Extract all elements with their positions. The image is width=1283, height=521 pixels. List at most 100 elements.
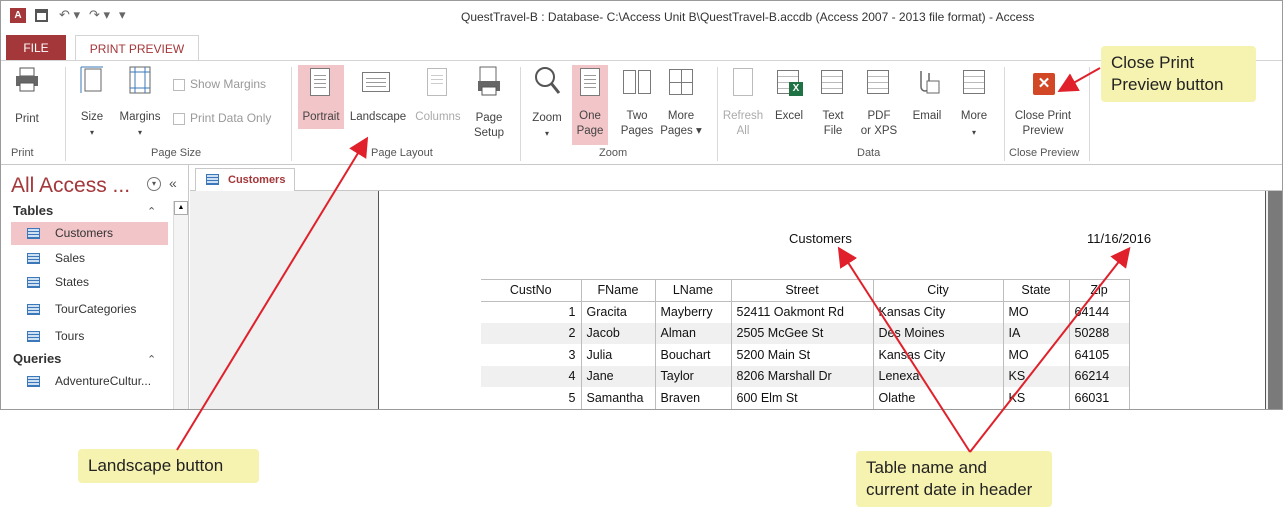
group-label-print: Print bbox=[11, 147, 34, 159]
document-tab-bar: Customers bbox=[190, 165, 1282, 192]
column-header: LName bbox=[655, 279, 732, 302]
size-button[interactable]: Size ▾ bbox=[73, 65, 111, 141]
email-attachment-icon bbox=[920, 71, 940, 94]
refresh-all-button: Refresh All bbox=[721, 65, 765, 145]
group-separator bbox=[1004, 67, 1005, 161]
more-pages-button[interactable]: More Pages ▾ bbox=[659, 65, 703, 145]
collapse-pane-icon[interactable]: « bbox=[169, 175, 177, 191]
group-separator bbox=[520, 67, 521, 161]
nav-item-states[interactable]: States bbox=[11, 271, 168, 294]
table-row: 1 Gracita Mayberry 52411 Oakmont Rd Kansas C… bbox=[481, 301, 1130, 323]
vertical-scrollbar[interactable] bbox=[1268, 191, 1282, 409]
email-button[interactable]: Email bbox=[907, 65, 947, 129]
callout-table-name-date: Table name and current date in header bbox=[856, 451, 1052, 507]
group-separator bbox=[1089, 67, 1090, 161]
table-icon bbox=[27, 304, 40, 315]
more-export-button[interactable]: More ▾ bbox=[953, 65, 995, 141]
nav-item-sales[interactable]: Sales bbox=[11, 247, 168, 270]
print-data-only-checkbox[interactable]: Print Data Only bbox=[173, 111, 271, 125]
nav-item-tours[interactable]: Tours bbox=[11, 325, 168, 348]
report-header-date: 11/16/2016 bbox=[1087, 231, 1152, 246]
report-page: Customers 11/16/2016 CustNo FName LName … bbox=[378, 191, 1266, 409]
column-header: FName bbox=[581, 279, 656, 302]
customize-qat-icon[interactable]: ▾ bbox=[119, 7, 126, 23]
table-row: 2 Jacob Alman 2505 McGee St Des Moines IA 5028… bbox=[481, 322, 1130, 344]
undo-icon[interactable]: ↶ ▾ bbox=[59, 7, 80, 23]
tab-print-preview[interactable]: PRINT PREVIEW bbox=[75, 35, 199, 61]
chevron-down-icon: ▾ bbox=[137, 128, 142, 137]
redo-icon[interactable]: ↷ ▾ bbox=[89, 7, 110, 23]
group-label-page-layout: Page Layout bbox=[371, 147, 433, 159]
ribbon: Print Print Size ▾ Margins ▾ Show Margin… bbox=[1, 60, 1282, 165]
group-label-page-size: Page Size bbox=[151, 147, 202, 159]
nav-scrollbar[interactable]: ▲ bbox=[173, 201, 188, 409]
report-header-title: Customers bbox=[789, 231, 852, 246]
landscape-button[interactable]: Landscape bbox=[346, 65, 410, 129]
window-title: QuestTravel-B : Database- C:\Access Unit… bbox=[461, 10, 1035, 24]
table-icon bbox=[206, 174, 219, 185]
query-icon bbox=[27, 376, 40, 387]
nav-group-queries[interactable]: Queries bbox=[13, 351, 61, 366]
close-print-preview-button[interactable]: ✕ Close Print Preview bbox=[1009, 65, 1077, 145]
chevron-down-icon: ▾ bbox=[544, 129, 549, 138]
show-margins-checkbox[interactable]: Show Margins bbox=[173, 77, 266, 91]
collapse-group-icon[interactable]: ⌃ bbox=[147, 353, 156, 366]
margins-icon bbox=[129, 66, 151, 94]
one-page-button[interactable]: One Page bbox=[572, 65, 608, 145]
text-file-icon bbox=[821, 70, 843, 94]
customers-table: CustNo FName LName Street City State Zip… bbox=[481, 279, 1130, 409]
nav-menu-icon[interactable]: ▾ bbox=[147, 177, 161, 191]
navigation-pane: All Access ... ▾ « Tables ⌃ Customers Sa… bbox=[1, 165, 189, 409]
table-icon bbox=[27, 331, 40, 342]
print-preview-area[interactable]: Customers 11/16/2016 CustNo FName LName … bbox=[190, 191, 1282, 409]
page-setup-icon bbox=[478, 66, 500, 96]
column-header: CustNo bbox=[481, 279, 582, 302]
pdf-icon bbox=[867, 70, 889, 94]
tab-customers[interactable]: Customers bbox=[195, 168, 295, 192]
chevron-down-icon: ▾ bbox=[89, 128, 94, 137]
save-icon[interactable] bbox=[35, 9, 48, 22]
portrait-button[interactable]: Portrait bbox=[298, 65, 344, 129]
nav-item-customers[interactable]: Customers bbox=[11, 222, 168, 245]
nav-item-adventure-query[interactable]: AdventureCultur... bbox=[11, 370, 168, 393]
margins-button[interactable]: Margins ▾ bbox=[115, 65, 165, 141]
refresh-icon bbox=[733, 68, 753, 96]
magnifier-icon bbox=[535, 67, 561, 94]
excel-export-button[interactable]: X Excel bbox=[769, 65, 809, 129]
text-file-export-button[interactable]: Text File bbox=[813, 65, 853, 145]
access-logo-icon: A bbox=[10, 8, 26, 23]
two-pages-button[interactable]: Two Pages bbox=[617, 65, 657, 145]
tab-file[interactable]: FILE bbox=[6, 35, 66, 61]
callout-landscape: Landscape button bbox=[78, 449, 259, 483]
callout-close-print-preview: Close Print Preview button bbox=[1101, 46, 1256, 102]
portrait-page-icon bbox=[310, 68, 330, 96]
scroll-up-arrow-icon[interactable]: ▲ bbox=[174, 201, 188, 215]
nav-item-tourcategories[interactable]: TourCategories bbox=[11, 298, 168, 321]
two-pages-icon bbox=[623, 70, 636, 94]
table-icon bbox=[27, 253, 40, 264]
page-setup-button[interactable]: Page Setup bbox=[467, 65, 511, 141]
columns-button: Columns bbox=[411, 65, 465, 129]
landscape-page-icon bbox=[362, 72, 390, 92]
table-row: 3 Julia Bouchart 5200 Main St Kansas City MO 6… bbox=[481, 344, 1130, 366]
collapse-group-icon[interactable]: ⌃ bbox=[147, 205, 156, 218]
table-icon bbox=[27, 228, 40, 239]
group-separator bbox=[65, 67, 66, 161]
table-icon bbox=[27, 277, 40, 288]
pdf-xps-export-button[interactable]: PDF or XPS bbox=[857, 65, 901, 145]
group-label-close-preview: Close Preview bbox=[1009, 147, 1080, 159]
group-label-data: Data bbox=[857, 147, 881, 159]
page-size-icon bbox=[80, 66, 103, 93]
nav-group-tables[interactable]: Tables bbox=[13, 203, 53, 218]
close-icon: ✕ bbox=[1033, 73, 1055, 95]
columns-icon bbox=[427, 68, 447, 96]
zoom-button[interactable]: Zoom ▾ bbox=[525, 65, 569, 141]
title-bar: A ↶ ▾ ↷ ▾ ▾ QuestTravel-B : Database- C:… bbox=[1, 1, 1282, 33]
access-window: A ↶ ▾ ↷ ▾ ▾ QuestTravel-B : Database- C:… bbox=[0, 0, 1283, 410]
column-header: Street bbox=[731, 279, 874, 302]
print-button[interactable]: Print bbox=[7, 65, 47, 131]
nav-pane-title[interactable]: All Access ... bbox=[11, 174, 130, 198]
group-label-zoom: Zoom bbox=[599, 147, 628, 159]
group-separator bbox=[717, 67, 718, 161]
printer-icon bbox=[16, 67, 38, 92]
